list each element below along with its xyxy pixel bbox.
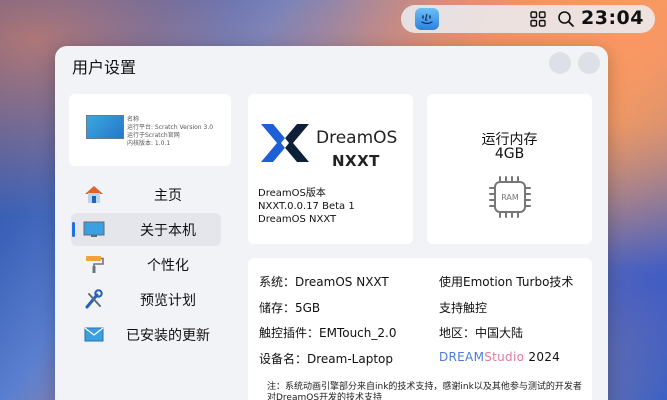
- sidebar-item-home[interactable]: 主页: [71, 178, 221, 211]
- paint-roller-icon: [83, 254, 105, 274]
- system-name: 系统：DreamOS NXXT: [259, 275, 389, 289]
- preview-text: 名称 运行平台: Scratch Version 3.0 运行于Scratch官…: [127, 116, 213, 148]
- finder-face-icon[interactable]: [415, 8, 439, 30]
- credits-note: 注：系统动画引擎部分来自ink的技术支持，感谢ink以及其他参与测试的开发者对D…: [267, 382, 582, 400]
- search-icon[interactable]: [557, 10, 575, 28]
- close-button[interactable]: [578, 52, 600, 74]
- preview-line: 运行于Scratch官网: [127, 132, 180, 139]
- region: 地区：中国大陆: [439, 326, 524, 340]
- sidebar-nav: 主页 关于本机 个性化 预览计划 已安装的更新: [71, 178, 221, 353]
- preview-line: 名称: [127, 116, 140, 123]
- os-brand-card: DreamOS NXXT DreamOS版本 NXXT.0.0.17 Beta …: [248, 94, 413, 244]
- ram-chip-icon: RAM: [487, 174, 533, 220]
- sidebar-item-label: 预览计划: [140, 292, 196, 309]
- touch-plugin: 触控插件：EMTouch_2.0: [259, 326, 397, 340]
- studio-word: Studio: [484, 350, 525, 364]
- version-info: DreamOS版本 NXXT.0.0.17 Beta 1 DreamOS NXX…: [258, 187, 355, 226]
- brand-name: DreamOS: [316, 128, 398, 148]
- device-name: 设备名：Dream-Laptop: [259, 352, 393, 366]
- minimize-button[interactable]: [549, 52, 571, 74]
- sidebar-item-label: 已安装的更新: [126, 327, 210, 344]
- window-title: 用户设置: [72, 58, 137, 77]
- settings-window: 用户设置 名称 运行平台: Scratch Version 3.0 运行于Scr…: [55, 46, 608, 400]
- sidebar-item-preview-program[interactable]: 预览计划: [71, 283, 221, 316]
- sidebar-item-label: 个性化: [147, 257, 189, 274]
- active-indicator: [72, 222, 75, 237]
- home-icon: [83, 184, 105, 204]
- dreamos-logo-icon: [259, 122, 311, 164]
- status-bar: 23:04: [401, 5, 655, 33]
- tools-icon: [83, 289, 105, 309]
- sidebar-item-label: 主页: [154, 187, 182, 204]
- preview-line: 内核版本: 1.0.1: [127, 140, 171, 147]
- version-line: DreamOS版本: [258, 188, 326, 199]
- sidebar-item-personalize[interactable]: 个性化: [71, 248, 221, 281]
- version-line: NXXT.0.0.17 Beta 1: [258, 201, 355, 212]
- update-mail-icon: [83, 324, 105, 344]
- ram-card: 运行内存 4GB RAM: [427, 94, 592, 244]
- sidebar-item-label: 关于本机: [140, 222, 196, 239]
- device-screen-icon: [86, 115, 124, 139]
- version-line: DreamOS NXXT: [258, 214, 337, 225]
- sidebar-item-about[interactable]: 关于本机: [71, 213, 221, 246]
- storage-size: 储存：5GB: [259, 301, 321, 315]
- monitor-icon: [83, 219, 105, 239]
- ram-chip-label: RAM: [501, 193, 519, 202]
- studio-brand: DREAM: [439, 350, 485, 364]
- grid-icon[interactable]: [530, 11, 546, 27]
- device-preview-card: 名称 运行平台: Scratch Version 3.0 运行于Scratch官…: [69, 94, 231, 166]
- clock: 23:04: [581, 7, 644, 29]
- emotion-turbo: 使用Emotion Turbo技术: [439, 275, 574, 289]
- ram-value: 4GB: [494, 146, 525, 162]
- studio-credit: DREAMStudio 2024: [439, 350, 560, 364]
- brand-edition: NXXT: [332, 152, 380, 170]
- touch-support: 支持触控: [439, 301, 488, 315]
- studio-year: 2024: [524, 350, 561, 364]
- preview-line: 运行平台: Scratch Version 3.0: [127, 124, 214, 131]
- sidebar-item-installed-updates[interactable]: 已安装的更新: [71, 318, 221, 351]
- system-details-card: 系统：DreamOS NXXT 储存：5GB 触控插件：EMTouch_2.0 …: [248, 258, 592, 400]
